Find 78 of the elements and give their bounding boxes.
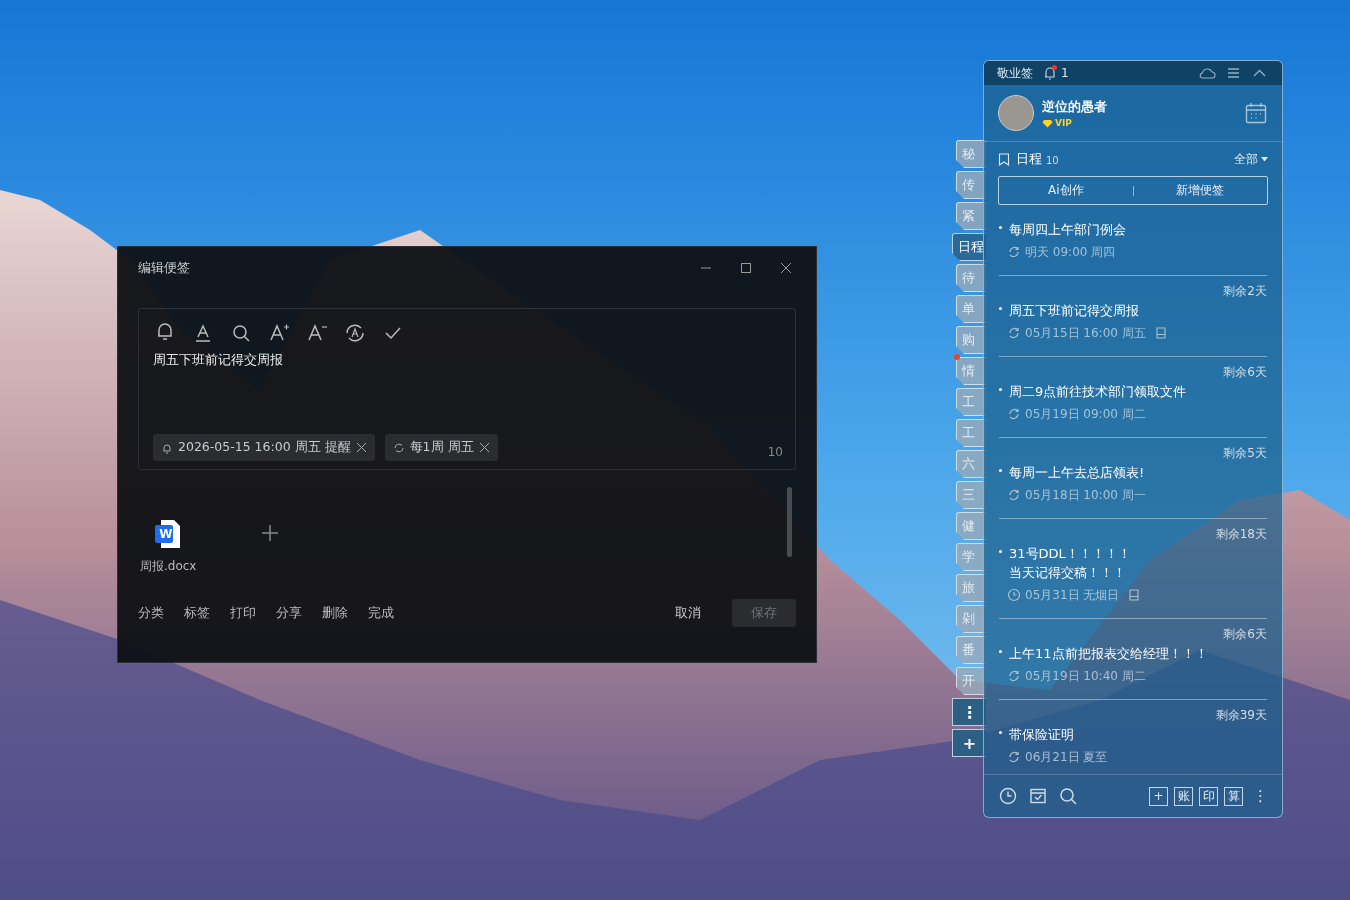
action-button[interactable]: 删除	[322, 604, 348, 622]
close-icon[interactable]	[779, 261, 793, 275]
window-title: 编辑便签	[138, 259, 191, 277]
add-tab-button[interactable]: +	[952, 729, 986, 757]
schedule-title[interactable]: 带保险证明	[1009, 725, 1074, 744]
app-name: 敬业签	[997, 64, 1033, 82]
schedule-time: 05月19日 10:40 周二	[1025, 667, 1146, 685]
bullet-icon	[999, 469, 1002, 472]
remaining-days: 剩余39天	[999, 707, 1267, 725]
action-button[interactable]: 打印	[230, 604, 256, 622]
filter-dropdown[interactable]: 全部	[1234, 150, 1268, 168]
schedule-title[interactable]: 上午11点前把报表交给经理！！！	[1009, 644, 1208, 663]
tool-button[interactable]: 印	[1199, 786, 1218, 806]
action-button[interactable]: 标签	[184, 604, 210, 622]
item-count: 10	[1046, 155, 1060, 166]
remaining-days: 剩余6天	[999, 626, 1267, 644]
user-name: 逆位的愚者	[1042, 98, 1108, 116]
tool-button[interactable]: 算	[1224, 786, 1243, 806]
remaining-days: 剩余2天	[999, 283, 1267, 301]
bullet-icon	[999, 550, 1002, 553]
schedule-title[interactable]: 31号DDL！！！！！	[1009, 544, 1131, 563]
scrollbar-thumb[interactable]	[787, 487, 792, 557]
note-text: 周五下班前记得交周报	[153, 351, 284, 369]
reminder-chip[interactable]: 2026-05-15 16:00 周五 提醒	[153, 434, 375, 461]
more-button[interactable]: ⋮	[952, 698, 986, 726]
vip-label: VIP	[1055, 118, 1072, 128]
repeat-icon	[392, 441, 405, 454]
schedule-time: 05月31日 无烟日	[1025, 586, 1120, 604]
action-button[interactable]: 分享	[276, 604, 302, 622]
schedule-title[interactable]: 每周四上午部门例会	[1009, 220, 1126, 239]
plus-icon[interactable]	[260, 522, 281, 543]
schedule-time: 06月21日 夏至	[1025, 748, 1108, 766]
new-note-button[interactable]: 新增便签	[1133, 177, 1267, 204]
schedule-time: 05月18日 10:00 周一	[1025, 486, 1146, 504]
category-tab[interactable]: 日程	[952, 233, 986, 261]
bell-icon	[161, 441, 173, 454]
schedule-title[interactable]: 周二9点前往技术部门领取文件	[1009, 382, 1187, 401]
schedule-time: 明天 09:00 周四	[1025, 243, 1116, 261]
ai-create-button[interactable]: Ai创作	[999, 177, 1133, 204]
schedule-title[interactable]: 当天记得交稿！！！	[1009, 563, 1126, 582]
character-count: 10	[767, 444, 783, 459]
action-button[interactable]: 完成	[368, 604, 394, 622]
schedule-time: 05月19日 09:00 周二	[1025, 405, 1146, 423]
bell-icon[interactable]	[1043, 66, 1057, 80]
clock-icon[interactable]	[998, 786, 1018, 806]
close-icon[interactable]	[478, 442, 490, 453]
bullet-icon	[999, 226, 1002, 229]
close-icon[interactable]	[355, 442, 367, 453]
text-cycle-icon[interactable]	[343, 321, 367, 345]
calendar-icon[interactable]	[1244, 101, 1268, 125]
maximize-icon[interactable]	[739, 261, 753, 275]
caret-icon	[1261, 156, 1268, 162]
schedule-time: 05月15日 16:00 周五	[1025, 324, 1146, 342]
file-name[interactable]: 周报.docx	[140, 558, 197, 575]
tool-button[interactable]: +	[1149, 786, 1168, 806]
schedule-title[interactable]: 每周一上午去总店领表!	[1009, 463, 1145, 482]
bullet-icon	[999, 307, 1002, 310]
remaining-days: 剩余6天	[999, 364, 1267, 382]
bullet-icon	[999, 388, 1002, 391]
bookmark-icon	[998, 152, 1010, 166]
bullet-icon	[999, 650, 1002, 653]
remaining-days: 剩余5天	[999, 445, 1267, 463]
remaining-days: 剩余18天	[999, 526, 1267, 544]
diamond-icon	[1042, 118, 1053, 128]
more-button[interactable]: ⋮	[1253, 787, 1268, 805]
repeat-chip[interactable]: 每1周 周五	[384, 434, 498, 461]
section-title: 日程	[1016, 150, 1042, 168]
tool-button[interactable]: 账	[1174, 786, 1193, 806]
note-text-field[interactable]: 周五下班前记得交周报 2026-05-15 16:00 周五 提醒 每1周 周五 10	[138, 308, 796, 470]
notification-count: 1	[1061, 66, 1070, 80]
bullet-icon	[999, 731, 1002, 734]
action-button[interactable]: 分类	[138, 604, 164, 622]
cancel-button[interactable]: 取消	[669, 603, 707, 623]
schedule-title[interactable]: 周五下班前记得交周报	[1009, 301, 1139, 320]
calendar-check-icon[interactable]	[1028, 786, 1048, 806]
avatar[interactable]	[998, 95, 1034, 131]
search-icon[interactable]	[1058, 786, 1078, 806]
cloud-icon[interactable]	[1198, 65, 1216, 81]
